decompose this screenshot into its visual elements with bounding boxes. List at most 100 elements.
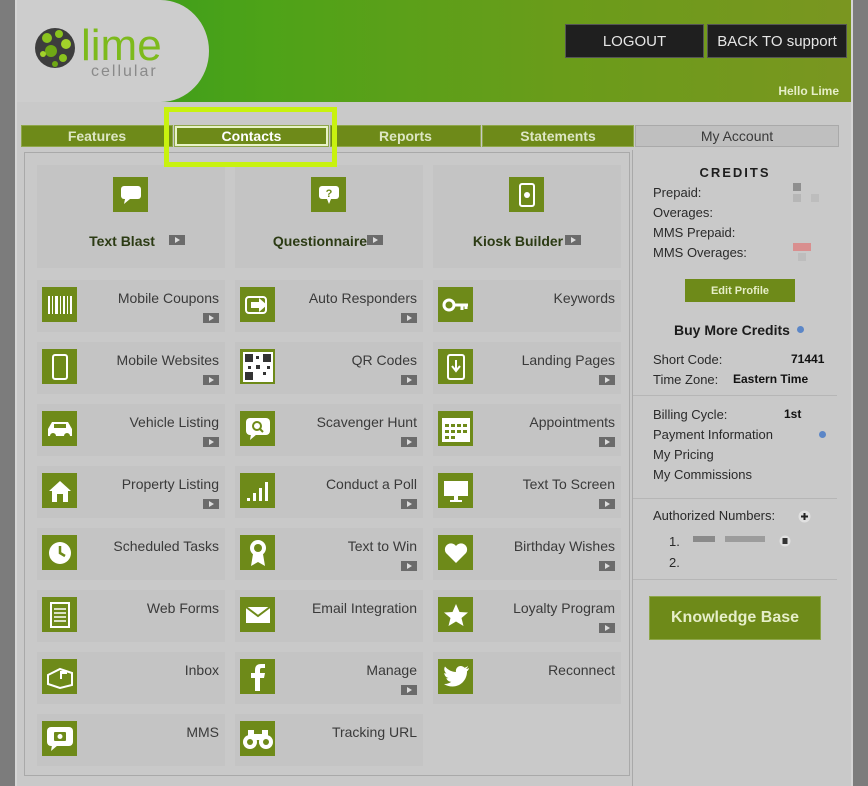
logo-globe-icon [35, 28, 75, 68]
feature-tile-birthday-wishes[interactable]: Birthday Wishes [433, 528, 621, 580]
arrow-right-icon [240, 287, 275, 322]
barcode-icon [42, 287, 77, 322]
tablet-touch-icon [509, 177, 544, 212]
logo-area: lime cellular [17, 0, 209, 102]
video-icon[interactable] [565, 235, 581, 245]
feature-label: Auto Responders [308, 290, 417, 306]
video-icon[interactable] [401, 434, 417, 447]
feature-label: Vehicle Listing [129, 414, 219, 430]
video-icon[interactable] [401, 682, 417, 695]
feature-label: Text to Win [347, 538, 417, 554]
divider [633, 579, 837, 580]
tab-contacts[interactable]: Contacts [174, 125, 329, 147]
feature-tile-qr-codes[interactable]: QR Codes [235, 342, 423, 394]
my-pricing-link[interactable]: My Pricing [653, 447, 714, 462]
video-icon[interactable] [367, 235, 383, 245]
my-commissions-link[interactable]: My Commissions [653, 467, 752, 482]
key-icon [438, 287, 473, 322]
feature-tile-landing-pages[interactable]: Landing Pages [433, 342, 621, 394]
feature-tile-reconnect[interactable]: Reconnect [433, 652, 621, 704]
video-icon[interactable] [599, 558, 615, 571]
tile-questionnaire[interactable]: ? Questionnaire [235, 165, 423, 268]
back-to-support-button[interactable]: BACK TO support [707, 24, 847, 58]
video-icon[interactable] [203, 310, 219, 323]
video-icon[interactable] [203, 434, 219, 447]
payment-information-link[interactable]: Payment Information [653, 427, 773, 442]
feature-label: Appointments [529, 414, 615, 430]
video-icon[interactable] [599, 620, 615, 633]
trash-icon[interactable] [779, 535, 791, 547]
feature-tile-scheduled-tasks[interactable]: Scheduled Tasks [37, 528, 225, 580]
redacted-value [798, 253, 806, 261]
feature-tile-loyalty-program[interactable]: Loyalty Program [433, 590, 621, 642]
mailbox-icon [42, 659, 77, 694]
feature-tile-web-forms[interactable]: Web Forms [37, 590, 225, 642]
tab-features[interactable]: Features [21, 125, 173, 147]
divider [633, 395, 837, 396]
feature-tile-text-to-win[interactable]: Text to Win [235, 528, 423, 580]
twitter-icon [438, 659, 473, 694]
feature-label: Text To Screen [522, 476, 615, 492]
feature-tile-keywords[interactable]: Keywords [433, 280, 621, 332]
feature-tile-inbox[interactable]: Inbox [37, 652, 225, 704]
redacted-value [725, 536, 765, 542]
feature-tile-vehicle-listing[interactable]: Vehicle Listing [37, 404, 225, 456]
overages-label: Overages: [653, 205, 713, 220]
feature-tile-email-integration[interactable]: Email Integration [235, 590, 423, 642]
feature-tile-property-listing[interactable]: Property Listing [37, 466, 225, 518]
feature-label: Mobile Websites [116, 352, 219, 368]
video-icon[interactable] [169, 235, 185, 245]
video-icon[interactable] [401, 372, 417, 385]
knowledge-base-button[interactable]: Knowledge Base [649, 596, 821, 640]
features-panel: Text Blast ? Questionnaire Kiosk Builder… [24, 152, 630, 776]
feature-tile-scavenger-hunt[interactable]: Scavenger Hunt [235, 404, 423, 456]
feature-label: Loyalty Program [513, 600, 615, 616]
star-icon [438, 597, 473, 632]
feature-tile-mobile-websites[interactable]: Mobile Websites [37, 342, 225, 394]
tab-my-account[interactable]: My Account [635, 125, 839, 147]
feature-label: MMS [186, 724, 219, 740]
award-ribbon-icon [240, 535, 275, 570]
video-icon[interactable] [401, 558, 417, 571]
mms-overages-label: MMS Overages: [653, 245, 747, 260]
svg-text:?: ? [325, 188, 332, 200]
logout-button[interactable]: LOGOUT [565, 24, 704, 58]
feature-tile-conduct-a-poll[interactable]: Conduct a Poll [235, 466, 423, 518]
tab-statements[interactable]: Statements [482, 125, 634, 147]
video-icon[interactable] [599, 372, 615, 385]
calendar-icon [438, 411, 473, 446]
feature-tile-tracking-url[interactable]: Tracking URL [235, 714, 423, 766]
envelope-icon [240, 597, 275, 632]
tab-reports[interactable]: Reports [330, 125, 481, 147]
greeting-text: Hello Lime [778, 84, 839, 98]
video-icon[interactable] [401, 496, 417, 509]
video-icon[interactable] [203, 496, 219, 509]
feature-tile-mobile-coupons[interactable]: Mobile Coupons [37, 280, 225, 332]
feature-tile-appointments[interactable]: Appointments [433, 404, 621, 456]
feature-tile-text-to-screen[interactable]: Text To Screen [433, 466, 621, 518]
feature-tile-mms[interactable]: MMS [37, 714, 225, 766]
lime-cellular-logo[interactable]: lime cellular [33, 18, 193, 83]
video-icon[interactable] [401, 310, 417, 323]
feature-tile-auto-responders[interactable]: Auto Responders [235, 280, 423, 332]
feature-label: Conduct a Poll [325, 476, 417, 492]
time-zone-value: Eastern Time [733, 372, 809, 386]
feature-label: Landing Pages [521, 352, 615, 368]
feature-label: Birthday Wishes [513, 538, 615, 554]
binoculars-icon [240, 721, 275, 756]
video-icon[interactable] [203, 372, 219, 385]
info-icon[interactable] [797, 326, 804, 333]
video-icon[interactable] [599, 496, 615, 509]
header: lime cellular LOGOUT BACK TO support Hel… [17, 0, 851, 102]
tile-kiosk-builder[interactable]: Kiosk Builder [433, 165, 621, 268]
heart-icon [438, 535, 473, 570]
edit-profile-button[interactable]: Edit Profile [685, 279, 795, 302]
tile-text-blast[interactable]: Text Blast [37, 165, 225, 268]
feature-tile-manage[interactable]: Manage [235, 652, 423, 704]
feature-label: Manage [366, 662, 417, 678]
info-icon[interactable] [819, 431, 826, 438]
question-bubble-icon: ? [311, 177, 346, 212]
buy-more-credits-link[interactable]: Buy More Credits [674, 322, 790, 338]
video-icon[interactable] [599, 434, 615, 447]
add-number-icon[interactable] [798, 510, 811, 523]
